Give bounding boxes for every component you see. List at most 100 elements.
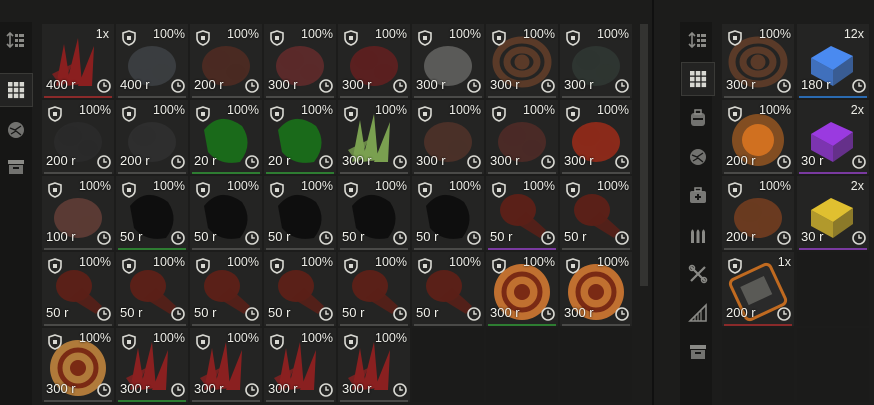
clock-icon — [467, 231, 481, 245]
price-label: 50 r — [268, 305, 291, 320]
sidebar-ruler-button[interactable] — [682, 297, 714, 329]
inventory-item[interactable]: 100% 300 r — [264, 24, 336, 98]
inventory-item[interactable]: 100% 50 r — [412, 252, 484, 326]
inventory-item[interactable]: 100% 300 r — [338, 24, 410, 98]
durability-label: 100% — [523, 103, 555, 117]
inventory-item[interactable]: 2x 30 r — [797, 176, 869, 250]
sidebar-ore-button[interactable] — [682, 141, 714, 173]
inventory-item[interactable]: 100% 300 r — [560, 100, 632, 174]
inventory-item[interactable]: 100% 300 r — [338, 100, 410, 174]
clock-icon — [171, 79, 185, 93]
stash-scrollbar[interactable] — [640, 24, 648, 286]
price-label: 300 r — [194, 381, 224, 396]
quantity-label: 1x — [95, 27, 109, 41]
rarity-bar — [192, 324, 260, 326]
shield-icon — [48, 258, 62, 274]
inventory-item[interactable]: 100% 20 r — [264, 100, 336, 174]
rarity-bar — [414, 324, 482, 326]
empty-slot[interactable] — [797, 252, 869, 326]
shield-icon — [492, 258, 506, 274]
sidebar-medkit-button[interactable] — [682, 180, 714, 212]
rarity-bar — [562, 324, 630, 326]
inventory-item[interactable]: 100% 50 r — [190, 176, 262, 250]
clock-icon — [245, 155, 259, 169]
sidebar-ammo-button[interactable] — [682, 219, 714, 251]
sidebar-container-button[interactable] — [0, 151, 32, 183]
durability-label: 100% — [449, 103, 481, 117]
inventory-item[interactable]: 100% 200 r — [190, 24, 262, 98]
inventory-item[interactable]: 2x 30 r — [797, 100, 869, 174]
inventory-item[interactable]: 100% 50 r — [560, 176, 632, 250]
container-icon — [690, 345, 706, 359]
price-label: 50 r — [416, 229, 439, 244]
inventory-item[interactable]: 100% 300 r — [486, 24, 558, 98]
shield-icon — [270, 182, 284, 198]
inventory-item[interactable]: 100% 50 r — [116, 252, 188, 326]
sidebar-grid-button[interactable] — [681, 62, 715, 96]
rarity-bar — [414, 96, 482, 98]
inventory-item[interactable]: 100% 300 r — [560, 24, 632, 98]
inventory-item[interactable]: 100% 50 r — [116, 176, 188, 250]
inventory-item[interactable]: 100% 300 r — [560, 252, 632, 326]
durability-label: 100% — [523, 27, 555, 41]
inventory-item[interactable]: 100% 50 r — [338, 252, 410, 326]
rarity-bar — [799, 248, 867, 250]
inventory-item[interactable]: 100% 300 r — [190, 328, 262, 402]
rarity-bar — [266, 96, 334, 98]
inventory-item[interactable]: 100% 20 r — [190, 100, 262, 174]
inventory-item[interactable]: 100% 50 r — [412, 176, 484, 250]
price-label: 300 r — [268, 77, 298, 92]
sidebar-sort-button[interactable] — [0, 24, 32, 56]
inventory-item[interactable]: 100% 300 r — [412, 100, 484, 174]
sidebar-ore-button[interactable] — [0, 114, 32, 146]
inventory-item[interactable]: 100% 200 r — [42, 100, 114, 174]
inventory-item[interactable]: 100% 50 r — [42, 252, 114, 326]
inventory-item[interactable]: 100% 300 r — [42, 328, 114, 402]
clock-icon — [171, 307, 185, 321]
inventory-item[interactable]: 100% 50 r — [264, 176, 336, 250]
sidebar-grid-button[interactable] — [0, 73, 33, 107]
inventory-item[interactable]: 100% 300 r — [412, 24, 484, 98]
empty-slot[interactable] — [560, 328, 632, 402]
sort-icon — [6, 31, 24, 49]
inventory-item[interactable]: 100% 200 r — [722, 100, 794, 174]
inventory-item[interactable]: 100% 200 r — [722, 176, 794, 250]
shield-icon — [492, 30, 506, 46]
empty-slot[interactable] — [797, 328, 869, 402]
inventory-item[interactable]: 100% 300 r — [264, 328, 336, 402]
inventory-item[interactable]: 100% 100 r — [42, 176, 114, 250]
sidebar-container-button[interactable] — [682, 336, 714, 368]
inventory-item[interactable]: 100% 400 r — [116, 24, 188, 98]
ore-icon — [690, 149, 706, 165]
durability-label: 100% — [79, 103, 111, 117]
inventory-item[interactable]: 1x 200 r — [722, 252, 794, 326]
inventory-item[interactable]: 100% 300 r — [486, 252, 558, 326]
inventory-item[interactable]: 100% 300 r — [338, 328, 410, 402]
sidebar-tools-button[interactable] — [682, 258, 714, 290]
clock-icon — [97, 383, 111, 397]
shield-icon — [48, 106, 62, 122]
inventory-item[interactable]: 100% 50 r — [264, 252, 336, 326]
shield-icon — [418, 258, 432, 274]
inventory-item[interactable]: 100% 300 r — [486, 100, 558, 174]
durability-label: 100% — [301, 27, 333, 41]
empty-slot[interactable] — [722, 328, 794, 402]
durability-label: 100% — [79, 255, 111, 269]
inventory-item[interactable]: 100% 50 r — [486, 176, 558, 250]
empty-slot[interactable] — [412, 328, 484, 402]
shield-icon — [196, 182, 210, 198]
inventory-item[interactable]: 100% 50 r — [338, 176, 410, 250]
empty-slot[interactable] — [486, 328, 558, 402]
inventory-item[interactable]: 100% 50 r — [190, 252, 262, 326]
price-label: 20 r — [194, 153, 217, 168]
inventory-item[interactable]: 1x 400 r — [42, 24, 114, 98]
sidebar-sort-button[interactable] — [682, 24, 714, 56]
clock-icon — [393, 155, 407, 169]
inventory-item[interactable]: 12x 180 r — [797, 24, 869, 98]
sidebar-backpack-button[interactable] — [682, 102, 714, 134]
inventory-item[interactable]: 100% 200 r — [116, 100, 188, 174]
rarity-bar — [118, 172, 186, 174]
price-label: 200 r — [726, 153, 756, 168]
inventory-item[interactable]: 100% 300 r — [722, 24, 794, 98]
inventory-item[interactable]: 100% 300 r — [116, 328, 188, 402]
